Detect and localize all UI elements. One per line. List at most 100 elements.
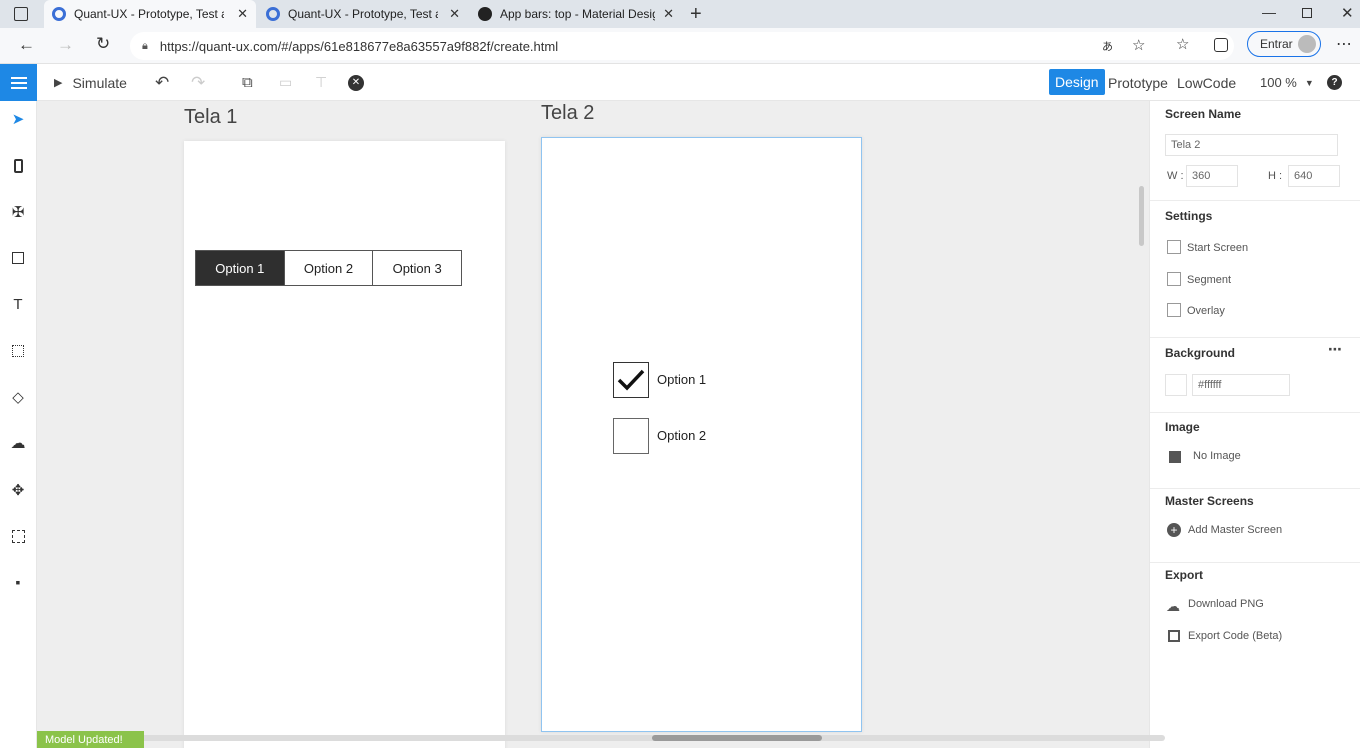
segment-option[interactable]: Option 3 <box>373 251 461 285</box>
segment-control[interactable]: Option 1 Option 2 Option 3 <box>195 250 462 286</box>
browser-tab-1[interactable]: Quant-UX - Prototype, Test and L ✕ <box>44 0 256 28</box>
tab-actions-icon[interactable] <box>14 7 28 21</box>
browser-tab-3[interactable]: App bars: top - Material Design ✕ <box>470 0 682 28</box>
copy-icon[interactable]: ⧉ <box>242 64 253 101</box>
height-label: H : <box>1268 170 1283 182</box>
simulate-button[interactable]: ▶ Simulate <box>54 64 127 101</box>
width-input[interactable]: 360 <box>1186 165 1238 187</box>
address-bar: ← → ↻ 🔒︎ https://quant-ux.com/#/apps/61e… <box>0 28 1360 64</box>
favorite-add-icon[interactable]: ☆ <box>1132 36 1145 54</box>
back-icon[interactable]: ← <box>18 35 35 55</box>
play-icon: ▶ <box>54 77 63 89</box>
checkmark-icon <box>617 369 645 391</box>
quant-ux-favicon-icon <box>266 7 280 21</box>
format-painter-icon[interactable]: ⊤ <box>315 64 327 101</box>
segment-option[interactable]: Option 2 <box>285 251 374 285</box>
background-heading: Background <box>1165 346 1236 360</box>
profile-button[interactable]: Entrar <box>1247 31 1321 57</box>
segment-option[interactable]: Option 1 <box>196 251 285 285</box>
url-field[interactable]: 🔒︎ https://quant-ux.com/#/apps/61e818677… <box>130 32 1234 60</box>
undo-icon[interactable]: ↶ <box>155 64 169 101</box>
chevron-down-icon: ▼ <box>1304 77 1314 88</box>
screen-tela-1[interactable]: Option 1 Option 2 Option 3 <box>184 141 505 748</box>
box-select-icon[interactable] <box>9 342 27 360</box>
export-code-icon <box>1168 630 1180 642</box>
widget-puzzle-icon[interactable]: ✠ <box>9 203 27 221</box>
menu-button[interactable] <box>0 64 37 101</box>
select-pointer-icon[interactable]: ➤ <box>9 110 27 128</box>
screen-title: Tela 2 <box>541 102 595 124</box>
start-screen-label: Start Screen <box>1187 242 1249 254</box>
browser-tab-bar: Quant-UX - Prototype, Test and L ✕ Quant… <box>0 0 1360 28</box>
properties-panel: Screen Name Tela 2 W : 360 H : 640 Setti… <box>1149 101 1360 748</box>
more-icon[interactable]: ⋯ <box>1336 34 1352 54</box>
close-tab-icon[interactable]: ✕ <box>449 6 460 22</box>
cloud-icon[interactable]: ☁ <box>9 434 27 452</box>
github-favicon-icon <box>478 7 492 21</box>
collections-icon[interactable] <box>1214 38 1228 52</box>
zoom-select[interactable]: 100 % ▼ <box>1260 64 1314 101</box>
simulate-label: Simulate <box>72 74 127 91</box>
export-code-link[interactable]: Export Code (Beta) <box>1188 630 1282 642</box>
screen-tool-icon[interactable] <box>9 157 27 175</box>
new-tab-icon[interactable]: + <box>690 3 702 26</box>
delete-icon[interactable]: ✕ <box>348 64 364 101</box>
segment-label: Segment <box>1187 274 1232 286</box>
paste-icon[interactable]: ▭ <box>279 64 292 101</box>
add-circle-icon[interactable]: + <box>1167 523 1181 537</box>
design-canvas[interactable]: Tela 1 Option 1 Option 2 Option 3 Tela 2… <box>37 101 1149 748</box>
redo-icon[interactable]: ↷ <box>191 64 205 101</box>
screen-name-input[interactable]: Tela 2 <box>1165 134 1338 156</box>
segment-checkbox[interactable] <box>1167 272 1181 286</box>
rectangle-tool-icon[interactable] <box>9 249 27 267</box>
checkbox-label: Option 2 <box>657 428 707 443</box>
translate-icon[interactable]: あ <box>1102 38 1113 54</box>
left-toolbar: ➤ ✠ T ◇ ☁ ✥ ▪ <box>0 101 37 748</box>
vertical-scrollbar[interactable] <box>1139 186 1144 246</box>
forward-icon[interactable]: → <box>57 35 74 55</box>
checkbox-option-1[interactable] <box>613 362 649 398</box>
width-label: W : <box>1167 170 1184 182</box>
group-select-icon[interactable] <box>9 527 27 545</box>
tab-title: App bars: top - Material Design <box>500 7 655 21</box>
comment-icon[interactable]: ▪ <box>9 573 27 591</box>
profile-label: Entrar <box>1260 37 1293 51</box>
close-tab-icon[interactable]: ✕ <box>663 6 674 22</box>
export-heading: Export <box>1165 568 1204 582</box>
tab-prototype[interactable]: Prototype <box>1108 64 1168 101</box>
cloud-download-icon: ☁ <box>1166 598 1180 614</box>
favorites-icon[interactable]: ☆ <box>1176 35 1189 53</box>
close-window-icon[interactable]: ✕ <box>1341 4 1354 22</box>
image-icon <box>1169 451 1181 463</box>
minimize-icon[interactable]: — <box>1262 4 1276 20</box>
tab-design[interactable]: Design <box>1049 69 1105 95</box>
quant-ux-favicon-icon <box>52 7 66 21</box>
zoom-value: 100 % <box>1260 75 1297 90</box>
restore-icon[interactable] <box>1302 8 1312 18</box>
image-value[interactable]: No Image <box>1193 450 1241 462</box>
lock-icon: 🔒︎ <box>142 39 148 52</box>
overlay-checkbox[interactable] <box>1167 303 1181 317</box>
add-master-screen-link[interactable]: Add Master Screen <box>1188 524 1282 536</box>
settings-heading: Settings <box>1165 209 1213 223</box>
text-tool-icon[interactable]: T <box>9 295 27 313</box>
background-color-input[interactable]: #ffffff <box>1192 374 1290 396</box>
checkbox-label: Option 1 <box>657 372 707 387</box>
move-arrows-icon[interactable]: ✥ <box>9 481 27 499</box>
download-png-link[interactable]: Download PNG <box>1188 598 1264 610</box>
height-input[interactable]: 640 <box>1288 165 1340 187</box>
avatar <box>1298 35 1316 53</box>
browser-tab-2[interactable]: Quant-UX - Prototype, Test and L ✕ <box>258 0 468 28</box>
close-tab-icon[interactable]: ✕ <box>237 6 248 22</box>
url-text: https://quant-ux.com/#/apps/61e818677e8a… <box>159 38 559 54</box>
help-icon[interactable]: ? <box>1327 64 1342 101</box>
screen-tela-2[interactable]: Option 1 Option 2 <box>541 137 862 732</box>
checkbox-option-2[interactable] <box>613 418 649 454</box>
more-options-icon[interactable]: ⋯ <box>1328 341 1342 358</box>
reload-icon[interactable]: ↻ <box>96 34 110 54</box>
diamond-icon[interactable]: ◇ <box>9 388 27 406</box>
background-color-swatch[interactable] <box>1165 374 1187 396</box>
horizontal-scrollbar[interactable] <box>37 735 1165 741</box>
tab-lowcode[interactable]: LowCode <box>1177 64 1236 101</box>
start-screen-checkbox[interactable] <box>1167 240 1181 254</box>
